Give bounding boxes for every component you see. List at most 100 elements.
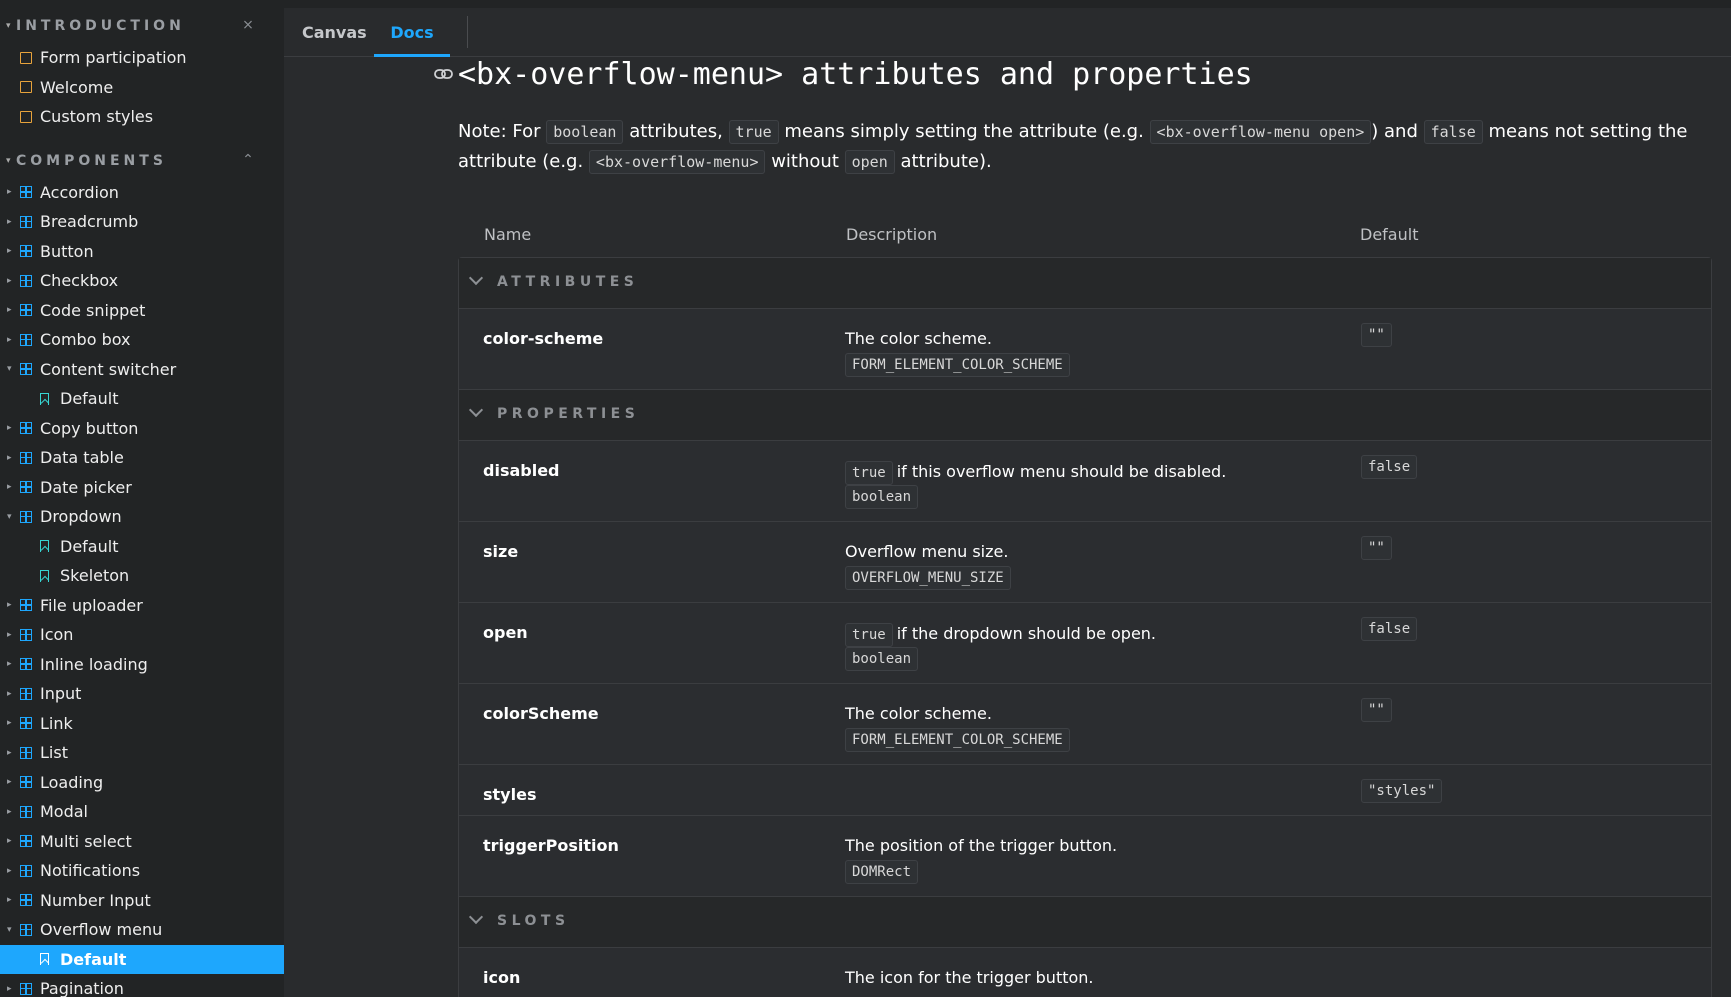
sidebar-item-list[interactable]: ▸ List <box>0 738 284 768</box>
caret-down-icon: ▾ <box>6 155 11 166</box>
sidebar-item-modal[interactable]: ▸ Modal <box>0 797 284 827</box>
description-text: if this overflow menu should be disabled… <box>896 462 1227 481</box>
sidebar-item-content-switcher[interactable]: ▾ Content switcher <box>0 355 284 385</box>
group-title: PROPERTIES <box>497 406 640 422</box>
sidebar-item-inline-loading[interactable]: ▸ Inline loading <box>0 650 284 680</box>
sidebar-item-link[interactable]: ▸ Link <box>0 709 284 739</box>
sidebar-item-form-participation[interactable]: Form participation <box>0 43 284 73</box>
section-components[interactable]: ▾ COMPONENTS ⌃ <box>0 150 284 172</box>
component-icon <box>20 186 32 199</box>
group-title: SLOTS <box>497 913 570 929</box>
property-description: The color scheme. <box>845 329 992 348</box>
note-text: Note: For <box>458 121 547 142</box>
caret-right-icon: ▸ <box>7 777 12 788</box>
group-attributes[interactable]: ATTRIBUTES <box>459 258 1711 309</box>
sidebar-item-label: Button <box>40 241 94 261</box>
sidebar-item-file-uploader[interactable]: ▸ File uploader <box>0 591 284 621</box>
property-type: DOMRect <box>845 860 919 884</box>
sidebar: ▾ INTRODUCTION ⨯ Form participation Welc… <box>0 0 284 997</box>
sidebar-story-default[interactable]: Default <box>0 384 284 414</box>
sidebar-item-overflow-menu[interactable]: ▾ Overflow menu <box>0 915 284 945</box>
sidebar-item-number-input[interactable]: ▸ Number Input <box>0 886 284 916</box>
sidebar-story-default[interactable]: Default <box>0 944 284 974</box>
sidebar-item-copy-button[interactable]: ▸ Copy button <box>0 414 284 444</box>
caret-right-icon: ▸ <box>7 629 12 640</box>
sidebar-item-loading[interactable]: ▸ Loading <box>0 768 284 798</box>
sidebar-item-label: Dropdown <box>40 507 122 527</box>
caret-right-icon: ▸ <box>7 836 12 847</box>
sidebar-item-pagination[interactable]: ▸ Pagination <box>0 974 284 997</box>
group-properties[interactable]: PROPERTIES <box>459 390 1711 441</box>
sidebar-item-icon[interactable]: ▸ Icon <box>0 620 284 650</box>
sidebar-item-input[interactable]: ▸ Input <box>0 679 284 709</box>
sidebar-item-multi-select[interactable]: ▸ Multi select <box>0 827 284 857</box>
expand-collapse-icon[interactable]: ⌃ <box>240 152 256 168</box>
sidebar-item-breadcrumb[interactable]: ▸ Breadcrumb <box>0 207 284 237</box>
property-name: size <box>483 542 519 561</box>
sidebar-item-label: Modal <box>40 802 88 822</box>
tab-canvas[interactable]: Canvas <box>284 8 385 57</box>
component-icon <box>20 776 32 789</box>
property-default: "" <box>1361 698 1392 722</box>
toolbar-divider <box>467 16 468 48</box>
section-heading: <bx-overflow-menu> attributes and proper… <box>434 57 1253 92</box>
table-row: icon The icon for the trigger button. <box>459 948 1711 997</box>
property-name: disabled <box>483 461 560 480</box>
sidebar-item-label: Default <box>60 536 119 556</box>
caret-right-icon: ▸ <box>7 305 12 316</box>
section-heading-text: <bx-overflow-menu> attributes and proper… <box>458 57 1253 92</box>
sidebar-item-data-table[interactable]: ▸ Data table <box>0 443 284 473</box>
inline-code: true <box>845 623 893 647</box>
sidebar-item-dropdown[interactable]: ▾ Dropdown <box>0 502 284 532</box>
property-description: Overflow menu size. <box>845 542 1009 561</box>
sidebar-story-default[interactable]: Default <box>0 532 284 562</box>
section-introduction[interactable]: ▾ INTRODUCTION ⨯ <box>0 15 284 37</box>
inline-code: boolean <box>546 120 624 144</box>
group-title: ATTRIBUTES <box>497 274 639 290</box>
sidebar-item-accordion[interactable]: ▸ Accordion <box>0 178 284 208</box>
sidebar-item-label: Content switcher <box>40 359 177 379</box>
note-text: means simply setting the attribute (e.g. <box>778 121 1150 142</box>
caret-right-icon: ▸ <box>7 246 12 257</box>
caret-right-icon: ▸ <box>7 806 12 817</box>
caret-right-icon: ▸ <box>7 865 12 876</box>
inline-code: <bx-overflow-menu open> <box>1149 120 1372 144</box>
docs-panel: <bx-overflow-menu> attributes and proper… <box>284 57 1731 997</box>
sidebar-item-date-picker[interactable]: ▸ Date picker <box>0 473 284 503</box>
sidebar-item-notifications[interactable]: ▸ Notifications <box>0 856 284 886</box>
bookmark-icon <box>40 540 49 553</box>
sidebar-item-label: Welcome <box>40 77 114 97</box>
component-icon <box>20 894 32 907</box>
caret-right-icon: ▸ <box>7 747 12 758</box>
note-text: ) and <box>1371 121 1424 142</box>
sidebar-item-label: Multi select <box>40 831 132 851</box>
sidebar-item-label: Icon <box>40 625 74 645</box>
sidebar-item-label: Link <box>40 713 73 733</box>
caret-right-icon: ▸ <box>7 895 12 906</box>
component-icon <box>20 687 32 700</box>
sidebar-item-custom-styles[interactable]: Custom styles <box>0 102 284 132</box>
collapse-all-icon[interactable]: ⨯ <box>240 17 256 33</box>
sidebar-item-checkbox[interactable]: ▸ Checkbox <box>0 266 284 296</box>
property-default: "" <box>1361 323 1392 347</box>
property-description: The position of the trigger button. <box>845 836 1118 855</box>
property-name: open <box>483 623 528 642</box>
group-slots[interactable]: SLOTS <box>459 897 1711 948</box>
link-icon[interactable] <box>434 67 454 81</box>
sidebar-item-combo-box[interactable]: ▸ Combo box <box>0 325 284 355</box>
sidebar-item-button[interactable]: ▸ Button <box>0 237 284 267</box>
sidebar-item-label: Data table <box>40 448 124 468</box>
sidebar-item-welcome[interactable]: Welcome <box>0 73 284 103</box>
document-icon <box>20 81 32 94</box>
table-row: triggerPosition The position of the trig… <box>459 816 1711 897</box>
component-icon <box>20 923 32 936</box>
args-table: ATTRIBUTES color-scheme The color scheme… <box>458 257 1712 997</box>
note-text: attributes, <box>623 121 729 142</box>
sidebar-item-label: Checkbox <box>40 271 119 291</box>
inline-code: true <box>845 461 893 485</box>
inline-code: true <box>728 120 779 144</box>
toolbar: Canvas Docs <box>284 8 1731 57</box>
sidebar-story-skeleton[interactable]: Skeleton <box>0 561 284 591</box>
tab-docs[interactable]: Docs <box>374 8 450 57</box>
sidebar-item-code-snippet[interactable]: ▸ Code snippet <box>0 296 284 326</box>
